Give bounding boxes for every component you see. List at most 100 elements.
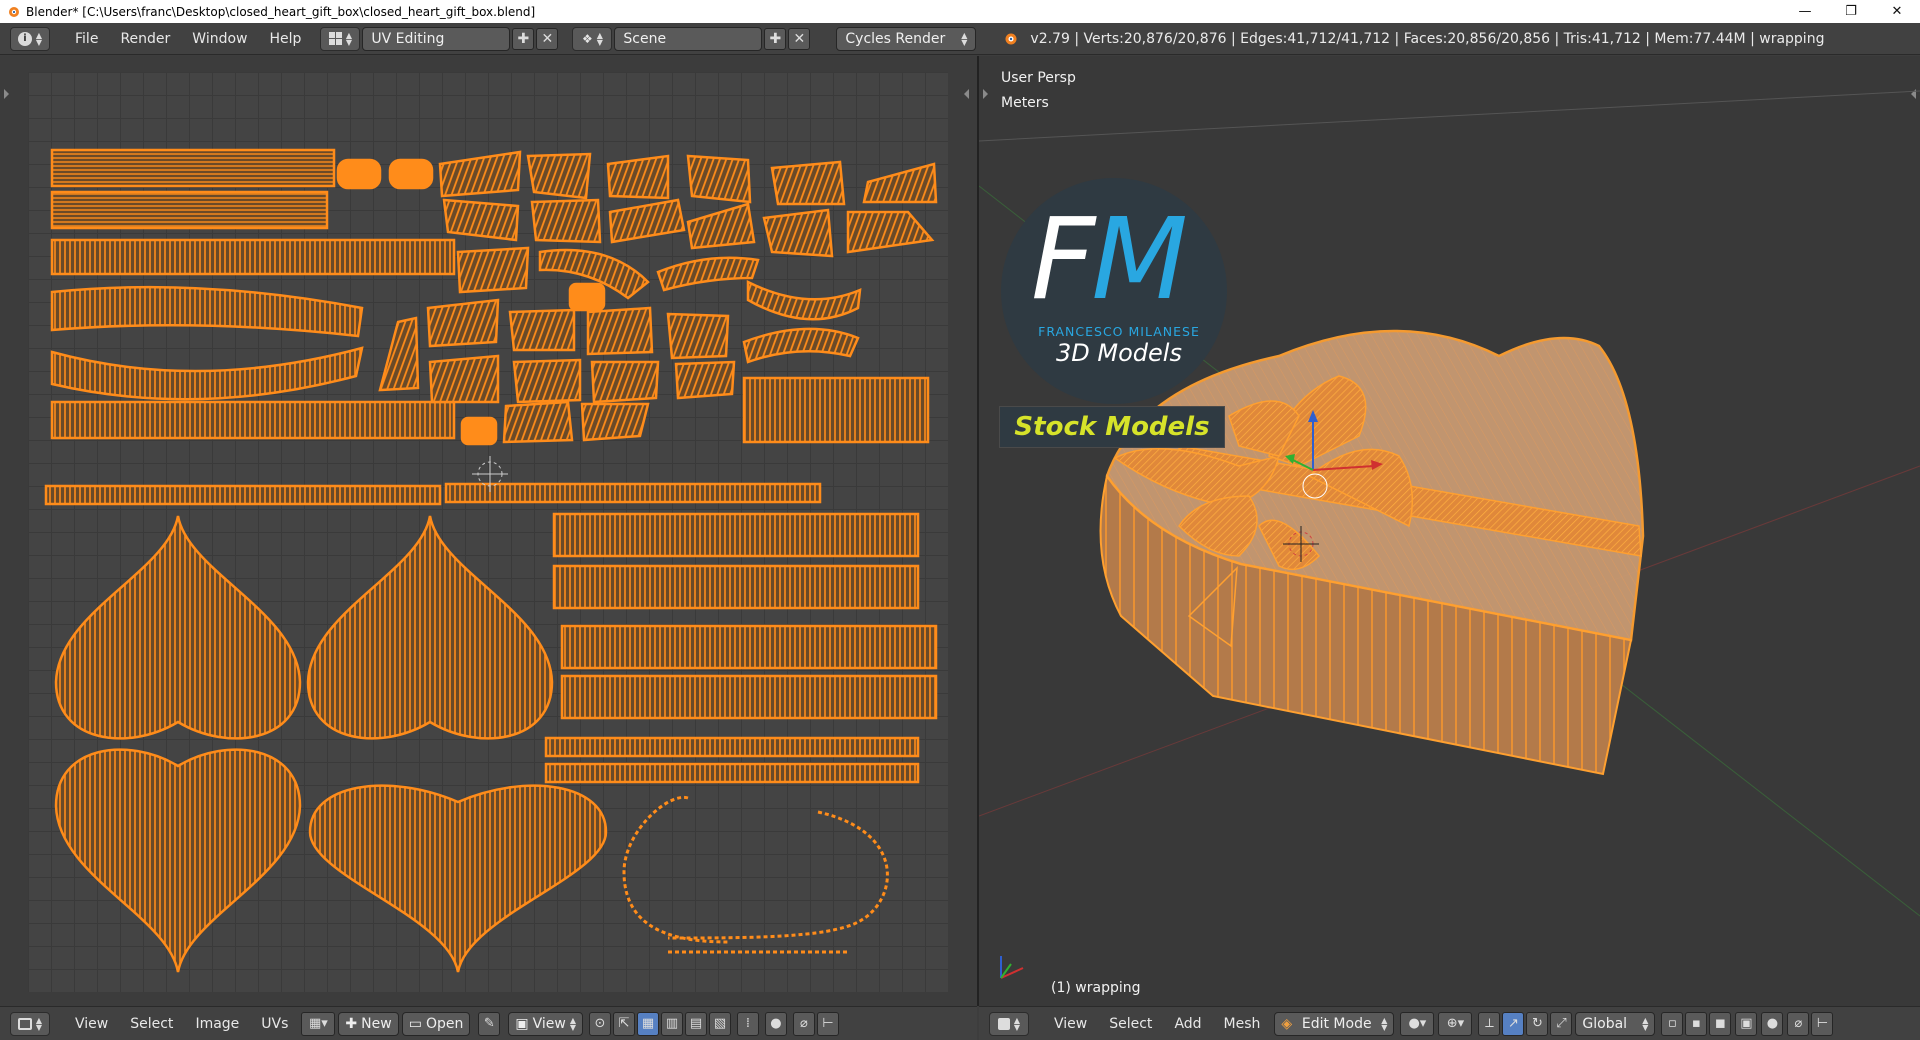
add-scene-icon[interactable]: ✚ — [764, 27, 787, 50]
cube-icon — [997, 1017, 1010, 1030]
viewport-menu-view[interactable]: View — [1043, 1016, 1098, 1032]
scale-manipulator-icon[interactable]: ⤢ — [1550, 1011, 1573, 1036]
viewport-footer: ▲ ▼ View Select Add Mesh ◈ Edit Mode ▲ ▼ ●… — [979, 1006, 1920, 1040]
rotate-manipulator-icon[interactable]: ↻ — [1526, 1011, 1549, 1036]
uv-menu-select[interactable]: Select — [119, 1016, 184, 1032]
editor-type-image[interactable]: ▲ ▼ — [10, 1011, 50, 1036]
image-browse-icon[interactable]: ▦▾ — [301, 1011, 336, 1036]
stock-models-badge: Stock Models — [999, 406, 1225, 448]
layout-grid-icon — [328, 32, 342, 45]
axis-gizmo — [1000, 956, 1024, 979]
face-select-icon[interactable]: ▤ — [684, 1011, 707, 1036]
uv-menu-uvs[interactable]: UVs — [250, 1016, 299, 1032]
toolshelf-toggle-icon[interactable] — [4, 89, 9, 99]
view-mode-icon: ▣ — [515, 1015, 529, 1032]
updown-arrows-icon: ▲ ▼ — [596, 30, 603, 47]
updown-arrows-icon: ▲ ▼ — [345, 30, 352, 47]
face-mode-icon[interactable]: ◼ — [1709, 1011, 1732, 1036]
render-engine-dropdown[interactable]: Cycles Render ▲ ▼ — [836, 26, 977, 51]
edit-mode-icon: ◈ — [1281, 1015, 1293, 1032]
remove-scene-icon[interactable]: ✕ — [788, 27, 811, 50]
add-layout-icon[interactable]: ✚ — [512, 27, 535, 50]
restore-button[interactable]: ❐ — [1828, 0, 1874, 23]
menu-help[interactable]: Help — [258, 27, 312, 51]
active-object-label: (1) wrapping — [1051, 980, 1141, 996]
menu-file[interactable]: File — [64, 27, 109, 51]
sticky-select-icon[interactable]: ⁞ — [736, 1011, 759, 1036]
updown-arrows-icon: ▲ ▼ — [1381, 1015, 1388, 1032]
pivot-icon[interactable]: ⊙ — [588, 1011, 611, 1036]
screen-layout-field[interactable]: UV Editing — [362, 26, 511, 51]
open-image-label: Open — [425, 1015, 464, 1032]
vertex-select-icon[interactable]: ▦ — [636, 1011, 659, 1036]
proportional-edit-icon[interactable]: ● — [764, 1011, 787, 1036]
uv-image-editor[interactable] — [0, 56, 977, 1006]
properties-toggle-icon[interactable] — [964, 89, 969, 99]
uv-canvas[interactable] — [28, 72, 948, 992]
uv-menu-image[interactable]: Image — [184, 1016, 250, 1032]
transform-orientation-dropdown[interactable]: Global ▲ ▼ — [1575, 1011, 1656, 1036]
updown-arrows-icon: ▲ ▼ — [1013, 1015, 1021, 1032]
island-select-icon[interactable]: ▧ — [708, 1011, 731, 1036]
translate-manipulator-icon[interactable]: ↗ — [1502, 1011, 1525, 1036]
info-icon: i — [17, 31, 32, 46]
folder-icon: ▭ — [408, 1015, 422, 1032]
editor-type-3dview[interactable]: ▲ ▼ — [989, 1011, 1029, 1036]
new-image-button[interactable]: ✚ New — [338, 1011, 399, 1036]
pin-icon[interactable]: ✎ — [478, 1011, 501, 1036]
logo-author-name: FRANCESCO MILANESE — [1038, 324, 1200, 339]
uv-editor-footer: ▲ ▼ View Select Image UVs ▦▾ ✚ New ▭ Open… — [0, 1006, 977, 1040]
scene-statistics: v2.79 | Verts:20,876/20,876 | Edges:41,7… — [1030, 30, 1825, 47]
scene-name-field[interactable]: Scene — [614, 26, 763, 51]
logo-letter-f: F — [1031, 195, 1095, 325]
scene-name: Scene — [623, 30, 667, 47]
minimize-button[interactable]: — — [1782, 0, 1828, 23]
snap-icon[interactable]: ⌀ — [1787, 1011, 1810, 1036]
updown-arrows-icon: ▲ ▼ — [35, 30, 43, 47]
scene-icon: ❖ — [581, 31, 593, 46]
viewport-menu-select[interactable]: Select — [1098, 1016, 1163, 1032]
logo-letter-m: M — [1091, 195, 1188, 325]
edge-mode-icon[interactable]: ▪ — [1685, 1011, 1708, 1036]
updown-arrows-icon: ▲ ▼ — [1642, 1015, 1649, 1032]
manipulator-toggle-icon[interactable]: ⟂ — [1478, 1011, 1501, 1036]
window-title: Blender* [C:\Users\franc\Desktop\closed_… — [26, 4, 536, 19]
view-mode-label: View — [532, 1015, 566, 1032]
occlude-geometry-icon[interactable]: ▣ — [1735, 1011, 1758, 1036]
updown-arrows-icon: ▲ ▼ — [961, 30, 968, 47]
screen-layout-name: UV Editing — [371, 30, 445, 47]
mode-label: Edit Mode — [1301, 1015, 1372, 1032]
info-header: i ▲ ▼ File Render Window Help ▲ ▼ UV Editi… — [0, 23, 1920, 55]
close-button[interactable]: ✕ — [1874, 0, 1920, 23]
menu-window[interactable]: Window — [181, 27, 258, 51]
watermark-logo: FM — [1031, 204, 1188, 316]
scene-selector[interactable]: ❖ ▲ ▼ — [572, 26, 613, 51]
render-engine-name: Cycles Render — [845, 30, 946, 47]
view-mode-dropdown[interactable]: ▣ View ▲ ▼ — [508, 1011, 583, 1036]
snap-element-icon[interactable]: ⊢ — [816, 1011, 839, 1036]
window-titlebar: Blender* [C:\Users\franc\Desktop\closed_… — [0, 0, 1920, 23]
snap-icon[interactable]: ⌀ — [792, 1011, 815, 1036]
sync-selection-icon[interactable]: ⇱ — [612, 1011, 635, 1036]
shading-solid-icon[interactable]: ●▾ — [1400, 1011, 1435, 1036]
mode-dropdown[interactable]: ◈ Edit Mode ▲ ▼ — [1274, 1011, 1395, 1036]
blender-logo-icon — [1002, 31, 1018, 47]
vertex-mode-icon[interactable]: ▫ — [1661, 1011, 1684, 1036]
proportional-edit-icon[interactable]: ● — [1761, 1011, 1784, 1036]
edge-select-icon[interactable]: ▥ — [660, 1011, 683, 1036]
new-image-label: New — [361, 1015, 392, 1032]
viewport-menu-mesh[interactable]: Mesh — [1213, 1016, 1272, 1032]
logo-tagline: 3D Models — [1056, 339, 1182, 367]
menu-render[interactable]: Render — [109, 27, 181, 51]
viewport-menu-add[interactable]: Add — [1163, 1016, 1212, 1032]
remove-layout-icon[interactable]: ✕ — [536, 27, 559, 50]
screen-layout-selector[interactable]: ▲ ▼ — [320, 26, 361, 51]
plus-icon: ✚ — [345, 1015, 358, 1032]
open-image-button[interactable]: ▭ Open — [401, 1011, 471, 1036]
uv-menu-view[interactable]: View — [64, 1016, 119, 1032]
3d-viewport[interactable]: User Persp Meters FM FRANCESCO MILANESE … — [979, 56, 1920, 1006]
snap-element-icon[interactable]: ⊢ — [1811, 1011, 1834, 1036]
pivot-point-icon[interactable]: ⊕▾ — [1438, 1011, 1473, 1036]
orientation-label: Global — [1582, 1015, 1628, 1032]
editor-type-info[interactable]: i ▲ ▼ — [10, 26, 50, 51]
